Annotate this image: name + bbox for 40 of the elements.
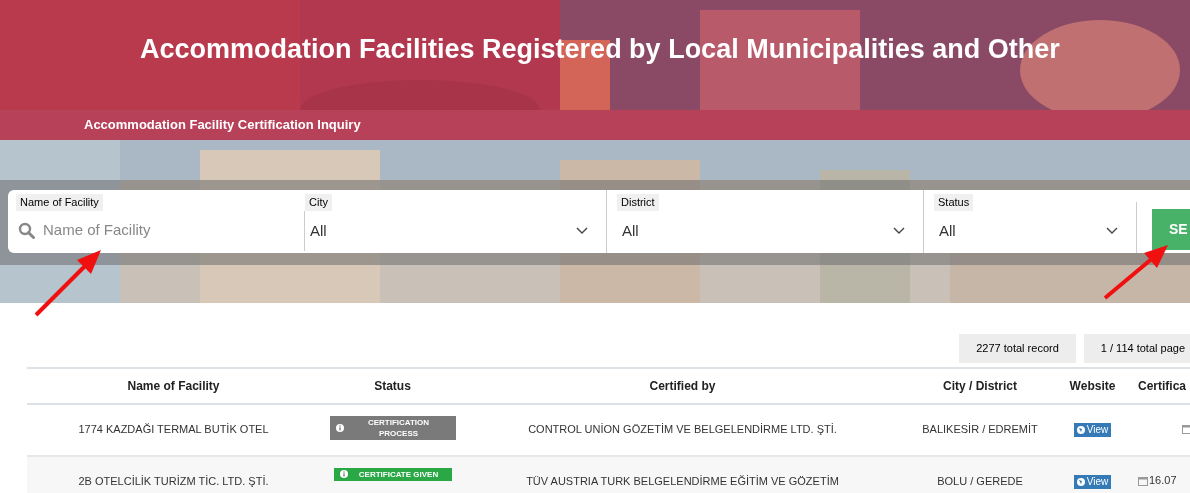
column-header: City / District bbox=[943, 378, 1017, 393]
status-badge: CERTIFICATION PROCESS bbox=[329, 415, 456, 440]
chevron-down-icon bbox=[893, 227, 905, 235]
field-label: City bbox=[305, 194, 332, 211]
record-count: 2277 total record bbox=[959, 334, 1076, 363]
column-header: Certified by bbox=[649, 378, 716, 393]
city-district: BALIKESİR / EDREMİT bbox=[922, 422, 1038, 435]
column-header: Website bbox=[1069, 378, 1116, 393]
column-header: Certifica bbox=[1138, 378, 1187, 393]
chevron-down-icon bbox=[1106, 227, 1118, 235]
view-link[interactable]: View bbox=[1073, 422, 1112, 437]
section-title: Accommodation Facility Certification Inquiry bbox=[84, 116, 361, 135]
globe-icon bbox=[1076, 477, 1085, 486]
facility-name-input[interactable]: Name of Facility bbox=[43, 218, 273, 242]
facility-name: 2B OTELCİLİK TURİZM TİC. LTD. ŞTİ. bbox=[78, 474, 269, 487]
view-link[interactable]: View bbox=[1073, 474, 1112, 489]
field-label: District bbox=[617, 194, 659, 211]
info-icon bbox=[335, 423, 344, 432]
field-label: Status bbox=[934, 194, 974, 211]
certificate-date: 16.07 bbox=[1149, 473, 1177, 489]
select-field[interactable]: All bbox=[934, 211, 1136, 251]
calendar-icon bbox=[1138, 475, 1148, 486]
field-label: Name of Facility bbox=[16, 194, 103, 211]
select-field[interactable]: All bbox=[304, 211, 606, 251]
calendar-icon bbox=[1182, 423, 1190, 434]
globe-icon bbox=[1076, 425, 1085, 434]
select-field[interactable]: All bbox=[617, 211, 923, 251]
certifier-name: TÜV AUSTRIA TURK BELGELENDİRME EĞİTİM VE GÖZETİM bbox=[526, 474, 839, 487]
chevron-down-icon bbox=[576, 227, 588, 235]
page-title: Accommodation Facilities Registered by Local Municipalities and Other bbox=[140, 33, 1061, 65]
search-field[interactable]: Name of Facility bbox=[16, 211, 296, 249]
column-header: Name of Facility bbox=[127, 378, 220, 393]
facility-name: 1774 KAZDAĞI TERMAL BUTİK OTEL bbox=[78, 422, 269, 435]
city-district: BOLU / GEREDE bbox=[937, 474, 1023, 487]
column-header: Status bbox=[374, 378, 411, 393]
certifier-name: CONTROL UNİON GÖZETİM VE BELGELENDİRME LTD. ŞTİ. bbox=[528, 422, 837, 435]
status-badge: CERTIFICATE GIVEN bbox=[333, 467, 452, 481]
info-icon bbox=[339, 470, 348, 478]
page-count: 1 / 114 total page bbox=[1083, 334, 1190, 363]
search-icon bbox=[18, 221, 35, 239]
